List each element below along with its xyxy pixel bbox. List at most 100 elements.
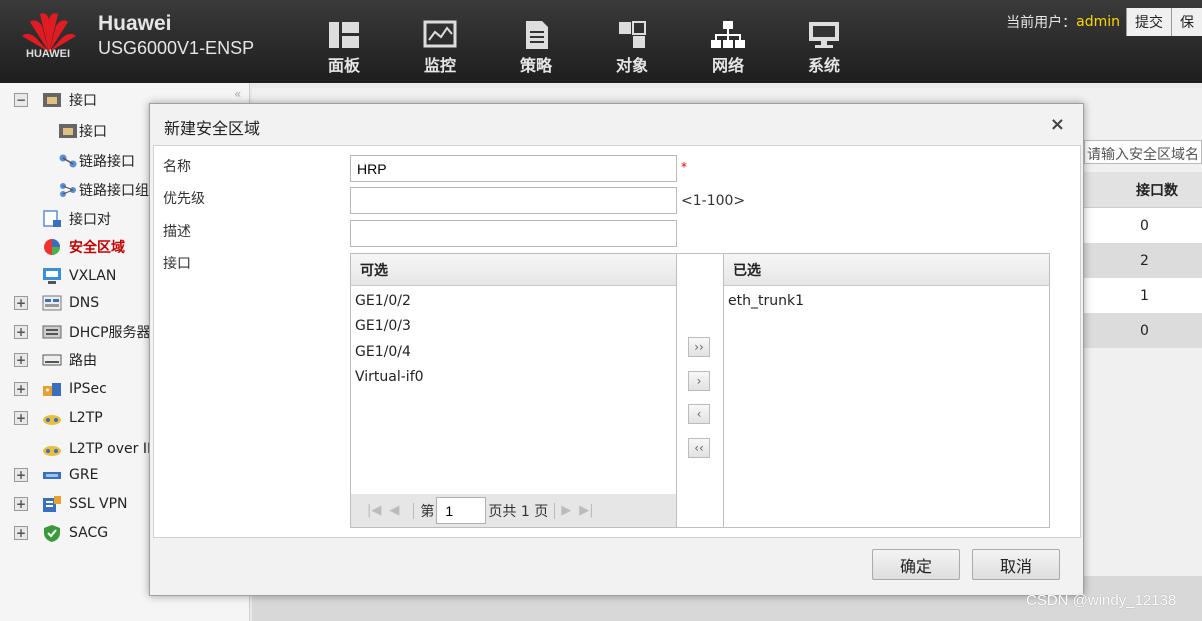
expand-toggle-icon[interactable]: + (14, 497, 28, 511)
tree-label: 链路接口组 (79, 183, 149, 199)
nav-label: 网络 (711, 56, 744, 75)
prev-page-icon[interactable]: ◀ (389, 503, 399, 518)
tree-node-sacg[interactable]: + SACG (14, 520, 108, 546)
ok-button[interactable]: 确定 (872, 549, 960, 580)
sacg-icon (42, 524, 62, 542)
move-right-button[interactable]: › (688, 371, 710, 391)
tree-node-interface-pair[interactable]: 接口对 (42, 206, 111, 232)
vxlan-icon (42, 267, 62, 285)
expand-toggle-icon[interactable]: + (14, 296, 28, 310)
nav-label: 策略 (519, 56, 552, 75)
name-label: 名称 (163, 159, 191, 175)
table-row[interactable]: 1 (1084, 278, 1202, 313)
tree-node-gre[interactable]: + GRE (14, 462, 98, 488)
collapse-sidebar-icon[interactable]: « (234, 87, 241, 101)
expand-toggle-icon[interactable]: + (14, 468, 28, 482)
gre-icon (42, 466, 62, 484)
expand-toggle-icon[interactable]: + (14, 382, 28, 396)
priority-field[interactable] (350, 187, 677, 214)
nav-policy[interactable]: 策略 (488, 0, 584, 83)
next-page-icon[interactable]: ▶ (561, 503, 571, 518)
device-model: USG6000V1-ENSP (98, 38, 255, 58)
main-nav: 面板 监控 策略 对象 网络 系统 (296, 0, 872, 83)
selected-interface-list: 已选 eth_trunk1 (723, 253, 1050, 528)
last-page-icon[interactable]: ▶| (579, 503, 593, 518)
tree-node-dns[interactable]: + DNS (14, 290, 99, 316)
tree-label: 接口 (69, 93, 97, 109)
nav-dashboard[interactable]: 面板 (296, 0, 392, 83)
nav-system[interactable]: 系统 (776, 0, 872, 83)
nav-monitor[interactable]: 监控 (392, 0, 488, 83)
tree-label: DNS (69, 295, 100, 311)
tree-node-security-zone[interactable]: 安全区域 (42, 234, 125, 260)
network-icon (711, 21, 745, 48)
policy-icon (526, 21, 548, 49)
move-left-button[interactable]: ‹ (688, 404, 710, 424)
first-page-icon[interactable]: |◀ (367, 503, 381, 518)
l2tp-ipsec-icon (42, 440, 62, 458)
tree-label: 接口 (79, 124, 107, 140)
tree-node-vxlan[interactable]: VXLAN (42, 263, 116, 289)
column-header-interface-count[interactable]: 接口数 (1084, 172, 1202, 208)
expand-toggle-icon[interactable]: + (14, 325, 28, 339)
table-row[interactable]: 2 (1084, 243, 1202, 278)
tree-node-link-interface[interactable]: 链路接口 (58, 148, 135, 174)
interface-pair-icon (42, 210, 62, 228)
new-security-zone-dialog: 新建安全区域 × 名称 * 优先级 <1-100> 描述 接口 可选 GE1/0… (149, 103, 1084, 596)
description-field[interactable] (350, 220, 677, 247)
nav-object[interactable]: 对象 (584, 0, 680, 83)
tree-node-link-group[interactable]: 链路接口组 (58, 177, 149, 203)
list-item[interactable]: GE1/0/4 (351, 339, 676, 365)
page-number-input[interactable] (436, 497, 487, 524)
dialog-body: 名称 * 优先级 <1-100> 描述 接口 可选 GE1/0/2 GE1/0/… (153, 145, 1081, 538)
collapse-toggle-icon[interactable]: − (14, 93, 28, 107)
selected-list-header: 已选 (724, 254, 1049, 286)
tree-label: 链路接口 (79, 154, 135, 170)
tree-node-route[interactable]: + 路由 (14, 347, 97, 373)
expand-toggle-icon[interactable]: + (14, 411, 28, 425)
tree-node-l2tp-over-ipsec[interactable]: L2TP over IPSec (42, 436, 149, 462)
close-icon[interactable]: × (1050, 114, 1065, 135)
expand-toggle-icon[interactable]: + (14, 526, 28, 540)
zone-search-input[interactable]: 请输入安全区域名 (1084, 140, 1202, 164)
link-group-icon (58, 181, 78, 199)
monitor-icon (423, 20, 457, 48)
tree-node-ipsec[interactable]: + IPSec (14, 376, 107, 402)
table-row[interactable]: 0 (1084, 208, 1202, 243)
list-item[interactable]: eth_trunk1 (724, 288, 1049, 314)
tree-node-interface[interactable]: − 接口 (14, 87, 97, 113)
expand-toggle-icon[interactable]: + (14, 353, 28, 367)
nav-network[interactable]: 网络 (680, 0, 776, 83)
list-item[interactable]: Virtual-if0 (351, 365, 676, 391)
logo-text: HUAWEI (26, 48, 70, 60)
tree-node-sslvpn[interactable]: + SSL VPN (14, 491, 128, 517)
interface-icon (42, 91, 62, 109)
move-all-right-button[interactable]: ›› (688, 337, 710, 357)
priority-label: 优先级 (163, 191, 205, 207)
tree-node-dhcp[interactable]: + DHCP服务器 (14, 319, 151, 345)
list-item[interactable]: GE1/0/3 (351, 314, 676, 340)
name-field[interactable] (350, 155, 677, 182)
nav-label: 系统 (807, 56, 840, 75)
list-item[interactable]: GE1/0/2 (351, 288, 676, 314)
required-mark: * (681, 160, 687, 174)
ipsec-icon (42, 380, 62, 398)
current-user-label: 当前用户： (1006, 15, 1077, 31)
zone-table: 接口数 0 2 1 0 (1084, 172, 1202, 348)
available-interface-list: 可选 GE1/0/2 GE1/0/3 GE1/0/4 Virtual-if0 |… (350, 253, 677, 528)
tree-label: L2TP (69, 410, 103, 426)
save-button[interactable]: 保 (1171, 8, 1202, 36)
tree-node-interface-sub[interactable]: 接口 (58, 118, 107, 144)
list-pager: |◀ ◀ 第 页共 1 页 ▶ ▶| (351, 494, 676, 527)
security-zone-icon (42, 238, 62, 256)
tree-node-l2tp[interactable]: + L2TP (14, 405, 103, 431)
submit-button[interactable]: 提交 (1126, 8, 1171, 36)
table-row[interactable]: 0 (1084, 313, 1202, 348)
l2tp-icon (42, 409, 62, 427)
move-all-left-button[interactable]: ‹‹ (688, 438, 710, 458)
dashboard-icon (329, 22, 359, 48)
dialog-title: 新建安全区域 (164, 119, 261, 138)
interface-icon (58, 122, 78, 140)
cancel-button[interactable]: 取消 (972, 549, 1060, 580)
tree-label: VXLAN (69, 268, 117, 284)
